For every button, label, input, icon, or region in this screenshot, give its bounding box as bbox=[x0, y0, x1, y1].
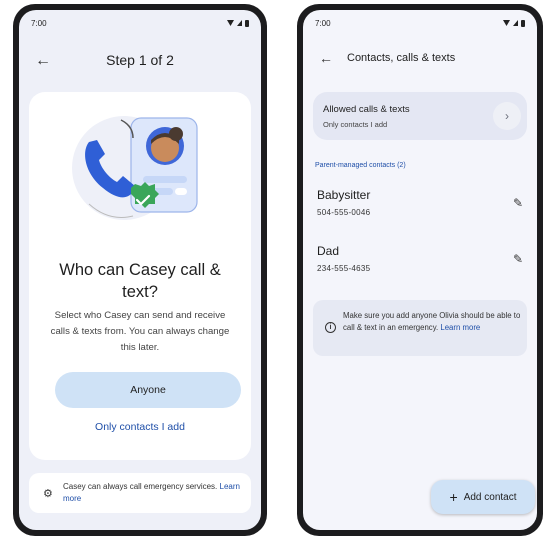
page-title: Contacts, calls & texts bbox=[347, 52, 456, 64]
contact-item[interactable]: Dad 234-555-4635 ✎ bbox=[317, 244, 523, 284]
wifi-icon bbox=[503, 20, 510, 26]
status-icons bbox=[503, 19, 525, 27]
status-icons bbox=[227, 19, 249, 27]
right-screen: 7:00 ← Contacts, calls & texts Allowed c… bbox=[303, 10, 537, 530]
contact-phone: 504-555-0046 bbox=[317, 208, 371, 217]
left-screen: 7:00 ← Step 1 of 2 Who can Casey call & … bbox=[19, 10, 261, 530]
emergency-note: ⚙ Casey can always call emergency servic… bbox=[29, 473, 251, 513]
only-contacts-link[interactable]: Only contacts I add bbox=[29, 421, 251, 433]
stage: 7:00 ← Step 1 of 2 Who can Casey call & … bbox=[0, 0, 543, 538]
setup-card: Who can Casey call & text? Select who Ca… bbox=[29, 92, 251, 460]
contact-name: Babysitter bbox=[317, 188, 371, 202]
info-banner: i Make sure you add anyone Olivia should… bbox=[313, 300, 527, 356]
phone-right: 7:00 ← Contacts, calls & texts Allowed c… bbox=[297, 4, 543, 536]
add-contact-label: Add contact bbox=[463, 491, 517, 503]
status-time: 7:00 bbox=[315, 18, 331, 28]
contact-phone: 234-555-4635 bbox=[317, 264, 371, 273]
back-arrow-icon[interactable]: ← bbox=[319, 50, 333, 66]
emergency-note-body: Casey can always call emergency services… bbox=[63, 482, 220, 491]
status-bar: 7:00 bbox=[31, 16, 249, 30]
info-banner-body: Make sure you add anyone Olivia should b… bbox=[343, 311, 521, 332]
battery-icon bbox=[521, 19, 525, 27]
allowed-calls-subtitle: Only contacts I add bbox=[323, 120, 388, 129]
emergency-note-text: Casey can always call emergency services… bbox=[63, 481, 243, 505]
contact-item[interactable]: Babysitter 504-555-0046 ✎ bbox=[317, 188, 523, 228]
learn-more-link[interactable]: Learn more bbox=[440, 323, 480, 332]
header: ← Step 1 of 2 bbox=[19, 34, 261, 74]
allowed-calls-title: Allowed calls & texts bbox=[323, 104, 410, 115]
card-heading: Who can Casey call & text? bbox=[59, 261, 221, 301]
page-title: Step 1 of 2 bbox=[106, 52, 174, 68]
allowed-calls-setting[interactable]: Allowed calls & texts Only contacts I ad… bbox=[313, 92, 527, 140]
contact-illustration bbox=[72, 116, 198, 220]
add-contact-button[interactable]: + Add contact bbox=[431, 480, 535, 514]
chevron-right-icon: › bbox=[493, 102, 521, 130]
pencil-icon[interactable]: ✎ bbox=[513, 252, 523, 266]
plus-icon: + bbox=[449, 489, 458, 505]
battery-icon bbox=[245, 19, 249, 27]
status-bar: 7:00 bbox=[315, 16, 525, 30]
wifi-icon bbox=[227, 20, 234, 26]
info-icon: i bbox=[325, 322, 336, 333]
signal-icon bbox=[513, 20, 518, 26]
anyone-button[interactable]: Anyone bbox=[55, 372, 241, 408]
card-description: Select who Casey can send and receive ca… bbox=[50, 310, 230, 353]
contact-name: Dad bbox=[317, 244, 340, 258]
signal-icon bbox=[237, 20, 242, 26]
gear-icon: ⚙ bbox=[43, 488, 53, 500]
status-time: 7:00 bbox=[31, 18, 47, 28]
phone-left: 7:00 ← Step 1 of 2 Who can Casey call & … bbox=[13, 4, 267, 536]
section-label: Parent-managed contacts (2) bbox=[315, 162, 406, 169]
pencil-icon[interactable]: ✎ bbox=[513, 196, 523, 210]
info-banner-text: Make sure you add anyone Olivia should b… bbox=[343, 310, 521, 334]
